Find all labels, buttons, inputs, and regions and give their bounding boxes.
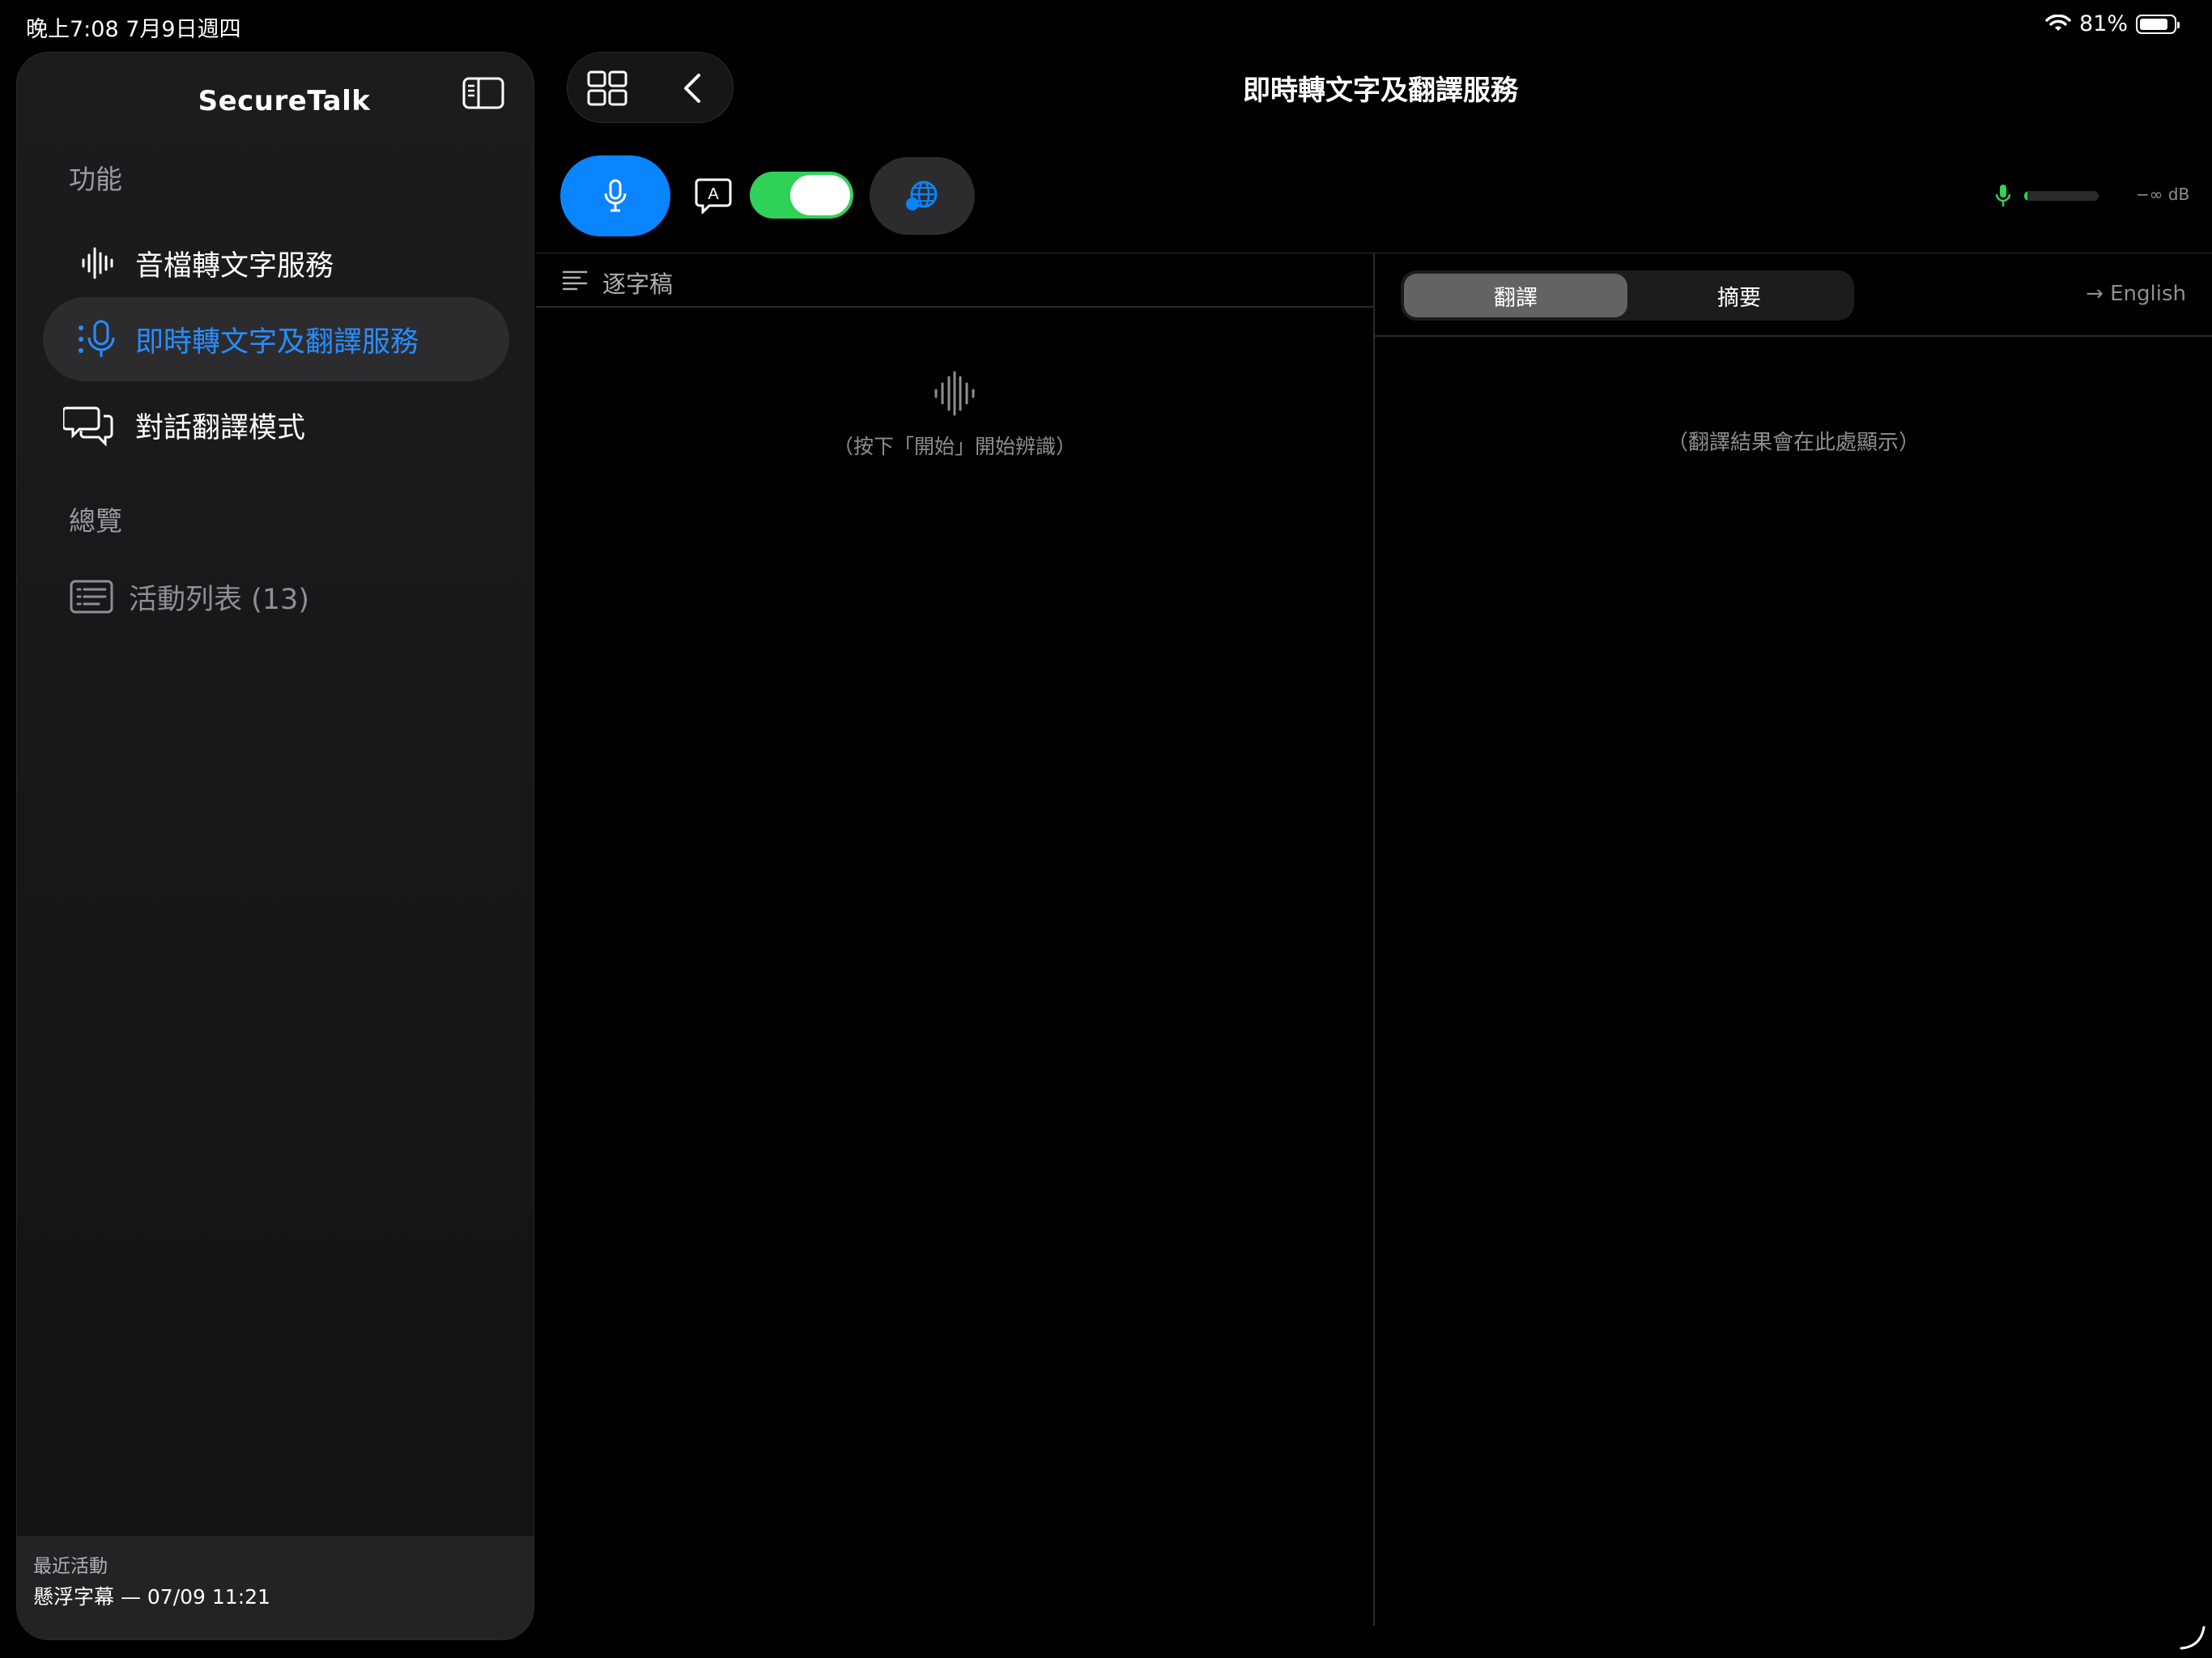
sidebar-item-label: 音檔轉文字服務 [135,249,334,283]
nav-capsule [567,52,734,123]
page-title: 即時轉文字及翻譯服務 [1243,74,1518,107]
recent-activity-title: 最近活動 [33,1556,108,1577]
auto-caption-toggle[interactable] [750,172,853,219]
divider [1375,335,2212,337]
text-lines-icon [562,270,588,291]
section-overview: 總覽 [69,505,122,537]
sidebar-item-realtime-transcribe[interactable]: 即時轉文字及翻譯服務 [43,297,509,381]
start-mic-button[interactable] [560,155,670,236]
sidebar-item-conversation[interactable]: 對話翻譯模式 [43,383,509,467]
sidebar: SecureTalk 功能 音檔轉文字服務 即時轉文字及翻譯服務 對話翻譯模式 … [16,52,534,1640]
app-title: SecureTalk [198,85,371,117]
tab-summary[interactable]: 摘要 [1627,274,1851,317]
status-time-date: 晚上7:08 7月9日週四 [26,17,241,42]
list-icon [69,574,114,619]
sidebar-item-audio-transcribe[interactable]: 音檔轉文字服務 [43,221,509,305]
divider [536,306,1373,308]
translation-placeholder: （翻譯結果會在此處顯示） [1666,431,1920,455]
sidebar-item-label: 即時轉文字及翻譯服務 [135,325,419,359]
grid-icon[interactable] [587,70,627,106]
section-features: 功能 [69,164,122,195]
sidebar-item-label: 對話翻譯模式 [135,411,306,444]
tab-translate[interactable]: 翻譯 [1404,274,1627,317]
battery-percent: 81% [2078,11,2128,36]
waveform-icon [934,371,975,416]
sidebar-item-activity-list[interactable]: 活動列表 (13) [43,555,509,639]
status-indicators: 81% [2045,11,2180,36]
resize-handle-icon[interactable] [2178,1622,2207,1652]
mic-icon [75,317,121,362]
waveform-icon [75,240,121,286]
audio-level-text: −∞ dB [2136,185,2190,204]
sidebar-toggle-icon[interactable] [462,75,511,117]
translation-segmented-control: 翻譯 摘要 [1401,270,1854,321]
globe-icon [906,181,938,210]
battery-icon [2136,14,2180,34]
transcript-label: 逐字稿 [602,270,674,298]
recent-activity-value: 懸浮字幕 — 07/09 11:21 [33,1585,270,1609]
mic-icon [604,179,627,212]
wifi-icon [2045,14,2071,31]
divider [1373,253,1375,1626]
chat-bubbles-icon [62,402,116,448]
back-chevron-icon[interactable] [681,72,704,104]
transcript-placeholder: （按下「開始」開始辨識） [832,435,1076,458]
target-language-button[interactable]: → English [2086,282,2186,306]
audio-level-meter [2024,191,2099,201]
caption-icon: A [695,176,735,217]
sidebar-item-label: 活動列表 (13) [129,583,309,616]
recent-activity[interactable]: 最近活動 懸浮字幕 — 07/09 11:21 [17,1536,534,1639]
level-mic-icon [1995,185,2011,206]
translate-globe-button[interactable] [870,157,975,235]
svg-text:A: A [708,185,719,203]
